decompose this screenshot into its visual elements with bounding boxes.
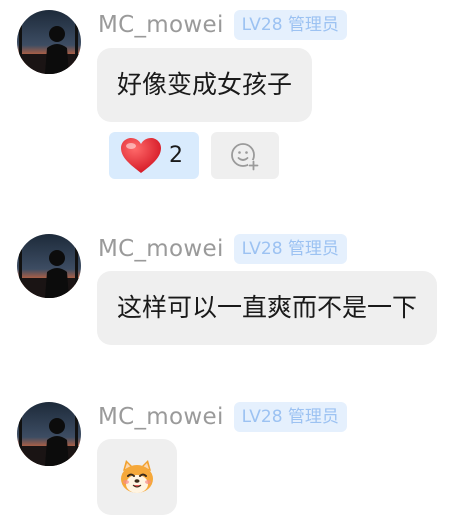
role-badge: LV28 管理员	[233, 402, 347, 432]
red-heart-icon	[121, 137, 161, 173]
avatar[interactable]	[17, 402, 81, 466]
username[interactable]: MC_mowei	[98, 404, 224, 430]
message-header: MC_mowei LV28 管理员	[98, 9, 347, 41]
message-bubble[interactable]: 好像变成女孩子	[97, 48, 313, 122]
reaction-chip-heart[interactable]: 2	[109, 132, 199, 179]
user-avatar-icon	[17, 402, 81, 466]
chat-message: MC_mowei LV28 管理员 好像变成女孩子 2	[0, 0, 475, 190]
role-badge: LV28 管理员	[233, 10, 347, 40]
role-badge: LV28 管理员	[233, 234, 347, 264]
message-bubble[interactable]: 这样可以一直爽而不是一下	[97, 271, 438, 345]
reaction-count: 2	[169, 143, 183, 168]
chat-feed: MC_mowei LV28 管理员 好像变成女孩子 2 MC_mowei LV2…	[0, 0, 475, 531]
message-header: MC_mowei LV28 管理员	[98, 401, 347, 433]
chat-message: MC_mowei LV28 管理员 这样可以一直爽而不是一下	[0, 225, 475, 355]
avatar[interactable]	[17, 10, 81, 74]
shiba-dog-sticker-icon	[121, 460, 153, 493]
add-emoji-icon	[231, 142, 259, 171]
username[interactable]: MC_mowei	[98, 12, 224, 38]
sticker-bubble[interactable]	[97, 439, 177, 515]
add-reaction-button[interactable]	[211, 132, 279, 179]
reaction-bar: 2	[109, 132, 279, 179]
chat-message: MC_mowei LV28 管理员	[0, 393, 475, 531]
message-header: MC_mowei LV28 管理员	[98, 233, 347, 265]
username[interactable]: MC_mowei	[98, 236, 224, 262]
avatar[interactable]	[17, 234, 81, 298]
user-avatar-icon	[17, 234, 81, 298]
user-avatar-icon	[17, 10, 81, 74]
